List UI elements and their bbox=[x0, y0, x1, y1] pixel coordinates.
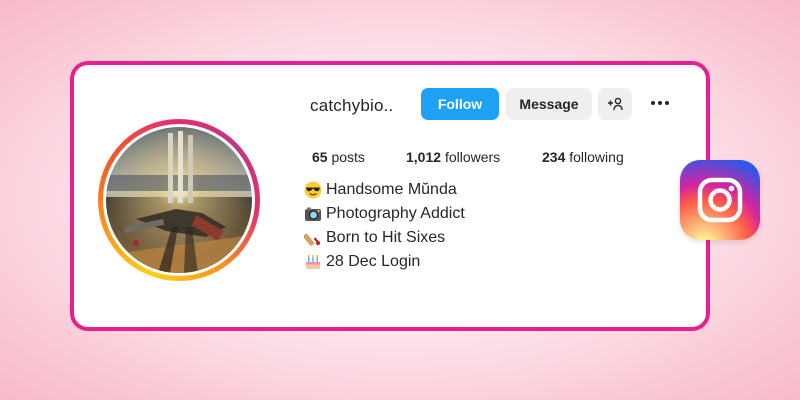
profile-card: catchybio.. Follow Message 65 posts 1,01… bbox=[70, 61, 710, 331]
posts-count: 65 bbox=[312, 149, 328, 165]
bio: Handsome Mŭnda Photography Addict Born t… bbox=[304, 178, 465, 274]
posts-label: posts bbox=[331, 149, 365, 165]
following-count: 234 bbox=[542, 149, 566, 165]
avatar[interactable] bbox=[106, 127, 252, 273]
bio-line: Photography Addict bbox=[304, 202, 465, 226]
more-options-icon[interactable] bbox=[647, 93, 673, 113]
username[interactable]: catchybio.. bbox=[310, 96, 393, 116]
message-button[interactable]: Message bbox=[506, 88, 592, 120]
bio-text: Photography Addict bbox=[326, 205, 465, 222]
avatar-photo bbox=[106, 127, 252, 273]
bio-text: Handsome Mŭnda bbox=[326, 181, 457, 198]
add-user-button[interactable] bbox=[598, 88, 632, 120]
camera-emoji-icon bbox=[305, 207, 321, 221]
following-stat[interactable]: 234 following bbox=[542, 149, 624, 165]
bio-line: 28 Dec Login bbox=[304, 250, 465, 274]
instagram-logo-icon bbox=[680, 160, 760, 240]
bio-text: Born to Hit Sixes bbox=[326, 229, 446, 246]
posts-stat[interactable]: 65 posts bbox=[312, 149, 365, 165]
cricket-bat-emoji-icon bbox=[304, 233, 321, 246]
followers-stat[interactable]: 1,012 followers bbox=[406, 149, 500, 165]
bio-line: Handsome Mŭnda bbox=[304, 178, 465, 202]
following-label: following bbox=[569, 149, 624, 165]
story-ring[interactable] bbox=[98, 119, 260, 281]
bio-line: Born to Hit Sixes bbox=[304, 226, 465, 250]
follow-button[interactable]: Follow bbox=[421, 88, 499, 120]
followers-label: followers bbox=[444, 149, 501, 165]
bio-text: 28 Dec Login bbox=[326, 253, 421, 270]
birthday-cake-emoji-icon bbox=[306, 255, 320, 269]
add-user-icon bbox=[608, 97, 623, 111]
sunglasses-emoji-icon bbox=[304, 181, 322, 199]
followers-count: 1,012 bbox=[406, 149, 442, 165]
